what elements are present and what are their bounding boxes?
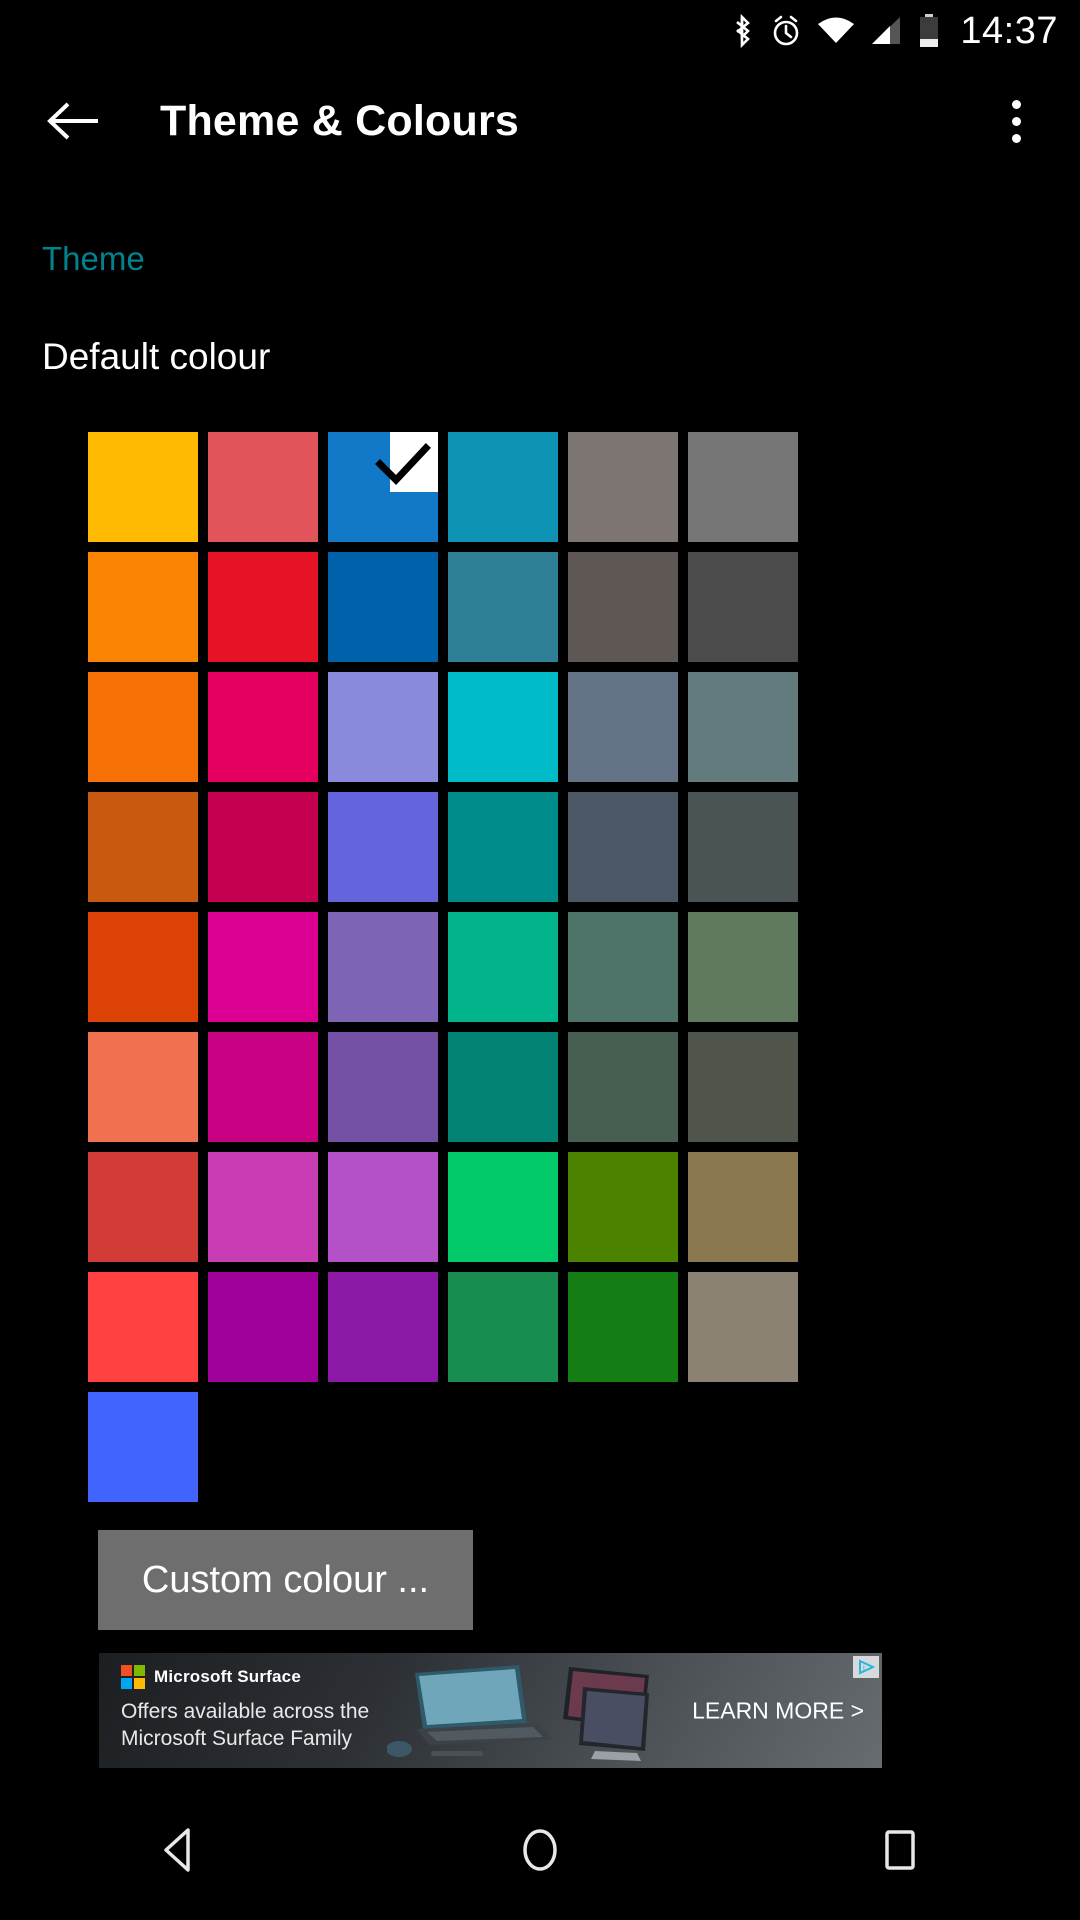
colour-swatch[interactable] xyxy=(568,1032,678,1142)
colour-swatch[interactable] xyxy=(448,792,558,902)
colour-swatch[interactable] xyxy=(88,672,198,782)
custom-colour-button[interactable]: Custom colour ... xyxy=(98,1530,473,1630)
overflow-menu-icon[interactable] xyxy=(976,76,1056,166)
colour-swatch[interactable] xyxy=(448,432,558,542)
cellular-signal-icon xyxy=(870,15,904,47)
android-screen: 14:37 Theme & Colours Theme Default colo… xyxy=(0,0,1080,1920)
adchoices-icon[interactable]: i xyxy=(853,1656,879,1678)
colour-swatch[interactable] xyxy=(448,672,558,782)
overflow-dot xyxy=(1011,133,1021,143)
page-title: Theme & Colours xyxy=(160,96,519,145)
back-arrow-icon[interactable] xyxy=(26,73,122,169)
colour-swatch[interactable] xyxy=(88,1392,198,1502)
colour-swatch[interactable] xyxy=(208,912,318,1022)
colour-swatch[interactable] xyxy=(88,432,198,542)
colour-swatch[interactable] xyxy=(208,672,318,782)
bluetooth-icon xyxy=(730,14,756,48)
section-header-theme: Theme xyxy=(42,240,145,277)
status-bar-clock: 14:37 xyxy=(960,10,1058,52)
colour-swatch[interactable] xyxy=(448,1272,558,1382)
ad-brand: Microsoft Surface xyxy=(154,1667,301,1686)
colour-swatch-grid xyxy=(88,432,798,1502)
colour-swatch[interactable] xyxy=(88,552,198,662)
ad-cta-learn-more[interactable]: LEARN MORE > xyxy=(692,1697,864,1724)
settings-content: Theme Default colour Custom colour ... xyxy=(0,180,1080,1630)
colour-swatch[interactable] xyxy=(688,672,798,782)
colour-swatch[interactable] xyxy=(688,432,798,542)
colour-swatch[interactable] xyxy=(208,1032,318,1142)
colour-swatch[interactable] xyxy=(88,912,198,1022)
colour-swatch[interactable] xyxy=(568,912,678,1022)
colour-swatch[interactable] xyxy=(328,1152,438,1262)
colour-swatch[interactable] xyxy=(208,792,318,902)
colour-swatch[interactable] xyxy=(328,672,438,782)
colour-swatch[interactable] xyxy=(448,552,558,662)
colour-swatch[interactable] xyxy=(328,792,438,902)
svg-text:i: i xyxy=(863,1664,865,1673)
colour-swatch[interactable] xyxy=(328,552,438,662)
battery-icon xyxy=(918,13,940,49)
selected-swatch-shape xyxy=(328,432,438,542)
android-navigation-bar xyxy=(0,1780,1080,1920)
ad-banner[interactable]: Microsoft Surface Offers available acros… xyxy=(99,1653,882,1768)
colour-swatch[interactable] xyxy=(208,552,318,662)
colour-swatch[interactable] xyxy=(688,1152,798,1262)
colour-swatch[interactable] xyxy=(448,1152,558,1262)
selected-swatch-arm xyxy=(328,492,438,542)
custom-colour-button-label: Custom colour ... xyxy=(141,1558,430,1601)
colour-swatch[interactable] xyxy=(328,1032,438,1142)
colour-swatch[interactable] xyxy=(688,912,798,1022)
colour-swatch[interactable] xyxy=(688,792,798,902)
colour-swatch[interactable] xyxy=(208,1152,318,1262)
colour-swatch[interactable] xyxy=(688,552,798,662)
ad-tagline-line-2: Microsoft Surface Family xyxy=(121,1726,353,1750)
colour-swatch[interactable] xyxy=(568,1152,678,1262)
colour-swatch[interactable] xyxy=(328,1272,438,1382)
colour-swatch[interactable] xyxy=(568,1272,678,1382)
nav-recents-icon[interactable] xyxy=(825,1780,975,1920)
colour-swatch[interactable] xyxy=(448,1032,558,1142)
colour-swatch[interactable] xyxy=(88,792,198,902)
colour-swatch[interactable] xyxy=(208,432,318,542)
colour-swatch[interactable] xyxy=(88,1152,198,1262)
colour-swatch[interactable] xyxy=(568,672,678,782)
colour-swatch[interactable] xyxy=(568,552,678,662)
app-bar: Theme & Colours xyxy=(0,62,1080,180)
colour-swatch[interactable] xyxy=(88,1272,198,1382)
ad-text-block: Microsoft Surface Offers available acros… xyxy=(121,1665,369,1753)
colour-swatch[interactable] xyxy=(568,432,678,542)
colour-swatch[interactable] xyxy=(448,912,558,1022)
nav-home-icon[interactable] xyxy=(465,1780,615,1920)
subsection-header-default-colour: Default colour xyxy=(42,336,271,377)
nav-back-icon[interactable] xyxy=(105,1780,255,1920)
colour-swatch[interactable] xyxy=(88,1032,198,1142)
overflow-dot xyxy=(1011,99,1021,109)
ad-tagline-line-1: Offers available across the xyxy=(121,1700,370,1723)
microsoft-logo-icon xyxy=(121,1665,145,1689)
alarm-icon xyxy=(770,14,802,48)
wifi-icon xyxy=(816,15,856,47)
colour-swatch[interactable] xyxy=(688,1032,798,1142)
colour-swatch[interactable] xyxy=(328,432,438,542)
status-bar: 14:37 xyxy=(0,0,1080,62)
colour-swatch[interactable] xyxy=(568,792,678,902)
colour-swatch[interactable] xyxy=(328,912,438,1022)
checkmark-icon xyxy=(375,443,431,486)
overflow-dot xyxy=(1011,116,1021,126)
colour-swatch[interactable] xyxy=(208,1272,318,1382)
colour-swatch[interactable] xyxy=(688,1272,798,1382)
ad-device-image xyxy=(386,1653,727,1768)
